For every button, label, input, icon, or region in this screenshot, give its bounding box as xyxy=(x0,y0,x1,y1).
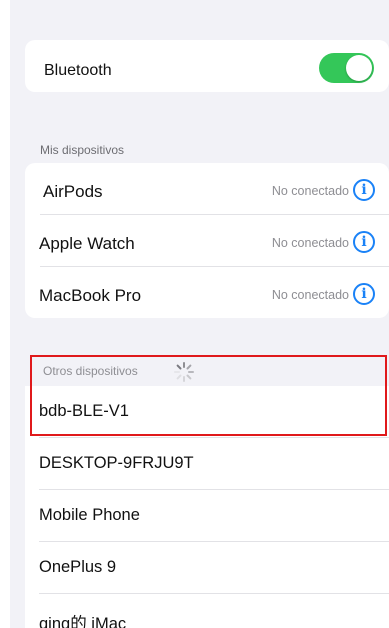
device-name: Apple Watch xyxy=(39,234,135,253)
bluetooth-settings-screen: Bluetooth Mis dispositivos AirPods No co… xyxy=(10,0,389,628)
my-devices-header: Mis dispositivos xyxy=(40,143,125,157)
bluetooth-toggle-row: Bluetooth xyxy=(25,40,389,92)
device-row-airpods[interactable]: AirPods No conectado i xyxy=(25,163,389,215)
device-name: MacBook Pro xyxy=(39,286,142,305)
device-status: No conectado xyxy=(271,184,349,198)
other-device-row[interactable]: qing的 iMac xyxy=(25,594,389,628)
device-row-apple-watch[interactable]: Apple Watch No conectado i xyxy=(25,215,389,267)
info-icon[interactable]: i xyxy=(353,179,375,201)
device-name: Mobile Phone xyxy=(39,506,140,524)
device-name: qing的 iMac xyxy=(39,615,127,628)
other-device-row[interactable]: Mobile Phone xyxy=(25,490,389,542)
bluetooth-label: Bluetooth xyxy=(44,62,112,79)
device-status: No conectado xyxy=(271,236,349,250)
toggle-knob xyxy=(346,55,372,81)
other-device-row[interactable]: OnePlus 9 xyxy=(25,542,389,594)
device-name: OnePlus 9 xyxy=(39,558,117,576)
device-row-macbook-pro[interactable]: MacBook Pro No conectado i xyxy=(25,267,389,319)
device-name: AirPods xyxy=(43,182,103,201)
device-name: DESKTOP-9FRJU9T xyxy=(39,454,194,472)
my-devices-list: AirPods No conectado i Apple Watch No co… xyxy=(25,163,389,318)
bluetooth-toggle[interactable] xyxy=(319,53,374,83)
info-icon[interactable]: i xyxy=(353,283,375,305)
highlight-annotation-box xyxy=(30,355,387,436)
device-status: No conectado xyxy=(271,288,349,302)
info-icon[interactable]: i xyxy=(353,231,375,253)
other-device-row[interactable]: DESKTOP-9FRJU9T xyxy=(25,438,389,490)
